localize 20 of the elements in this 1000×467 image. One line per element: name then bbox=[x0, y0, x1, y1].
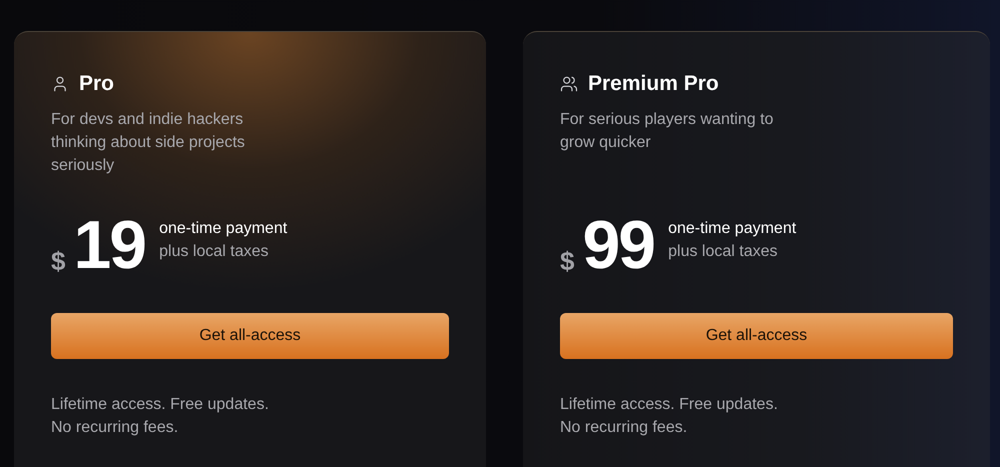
currency-symbol: $ bbox=[560, 248, 574, 274]
plan-name: Premium Pro bbox=[588, 71, 719, 98]
get-access-button[interactable]: Get all-access bbox=[560, 313, 953, 359]
people-icon bbox=[560, 75, 578, 93]
price: 19 bbox=[73, 215, 146, 275]
payment-note: one-time payment bbox=[159, 219, 288, 239]
get-access-button[interactable]: Get all-access bbox=[51, 313, 449, 359]
currency-symbol: $ bbox=[51, 248, 66, 274]
footer-note: Lifetime access. Free updates. bbox=[560, 395, 779, 415]
payment-note: one-time payment bbox=[668, 219, 796, 239]
plan-description: For devs and indie hackers thinking about side projects seriously bbox=[51, 110, 246, 176]
footer-note: No recurring fees. bbox=[51, 418, 180, 438]
tax-note: plus local taxes bbox=[159, 242, 270, 262]
footer-note: Lifetime access. Free updates. bbox=[51, 395, 270, 415]
person-icon bbox=[51, 75, 69, 93]
plan-description: For serious players wanting to grow quicker bbox=[560, 110, 774, 153]
price: 99 bbox=[582, 215, 654, 275]
footer-note: No recurring fees. bbox=[560, 418, 688, 438]
tax-note: plus local taxes bbox=[668, 242, 778, 262]
plan-name: Pro bbox=[79, 71, 114, 98]
